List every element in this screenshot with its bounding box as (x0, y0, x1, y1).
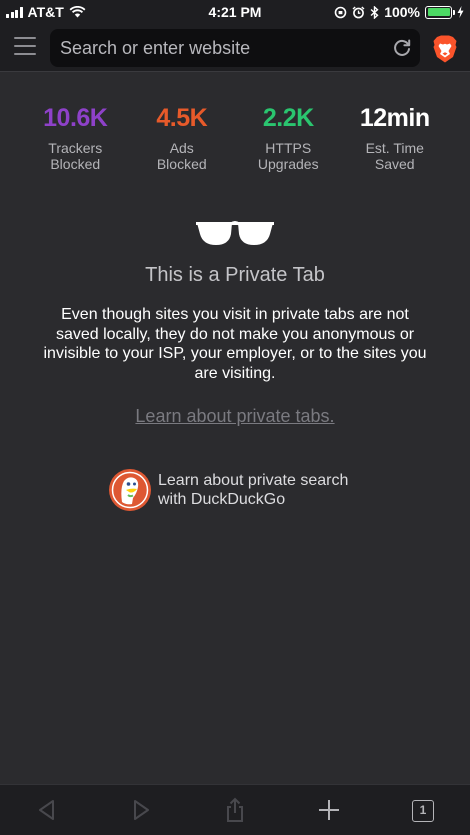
tabs-icon[interactable]: 1 (412, 800, 438, 826)
plus-icon[interactable] (316, 797, 342, 823)
stat-trackers: 10.6K Trackers Blocked (22, 102, 129, 172)
stat-value: 12min (359, 104, 430, 132)
stat-label: Est. Time Saved (365, 140, 424, 172)
stat-label: Trackers Blocked (48, 140, 103, 172)
private-tab-screen: AT&T 4:21 PM 100% Search or enter websit… (0, 0, 470, 835)
stat-label: HTTPS Upgrades (257, 140, 319, 172)
alarm-icon (352, 5, 365, 18)
bluetooth-icon (370, 5, 379, 19)
screen-lock-icon (334, 6, 347, 18)
menu-icon[interactable] (14, 37, 36, 59)
forward-icon[interactable] (128, 797, 154, 823)
navigation-bar (0, 24, 470, 72)
charging-icon (457, 6, 464, 18)
private-tab-description: Even though sites you visit in private t… (43, 306, 427, 382)
stat-label: Ads Blocked (156, 140, 207, 172)
stat-value: 2.2K (262, 104, 314, 132)
duckduckgo-icon (109, 469, 151, 511)
bottom-toolbar: 1 (0, 784, 470, 835)
back-icon[interactable] (34, 797, 60, 823)
stat-time-saved: 12min Est. Time Saved (342, 102, 449, 172)
duckduckgo-text: Learn about private search with DuckDuck… (158, 472, 349, 508)
brave-lion-icon[interactable] (432, 35, 458, 63)
tab-count: 1 (412, 800, 434, 822)
search-input[interactable] (50, 37, 370, 59)
glasses-icon (196, 221, 274, 245)
stat-https: 2.2K HTTPS Upgrades (235, 102, 342, 172)
battery-icon (425, 5, 455, 19)
battery-level (427, 8, 450, 16)
duckduckgo-promo[interactable]: Learn about private search with DuckDuck… (108, 468, 388, 512)
learn-private-tabs-link[interactable]: Learn about private tabs. (0, 406, 470, 427)
stat-ads: 4.5K Ads Blocked (129, 102, 236, 172)
battery-percent: 100% (384, 4, 420, 20)
reload-icon[interactable] (392, 38, 412, 58)
private-tab-title: This is a Private Tab (145, 264, 325, 286)
stat-value: 10.6K (43, 104, 108, 132)
privacy-stats: 10.6K Trackers Blocked 4.5K Ads Blocked 2.… (22, 102, 448, 172)
share-icon[interactable] (222, 797, 248, 823)
status-right: 100% (334, 4, 464, 20)
url-bar[interactable] (50, 29, 420, 67)
stat-value: 4.5K (156, 104, 208, 132)
status-bar: AT&T 4:21 PM 100% (0, 0, 470, 24)
